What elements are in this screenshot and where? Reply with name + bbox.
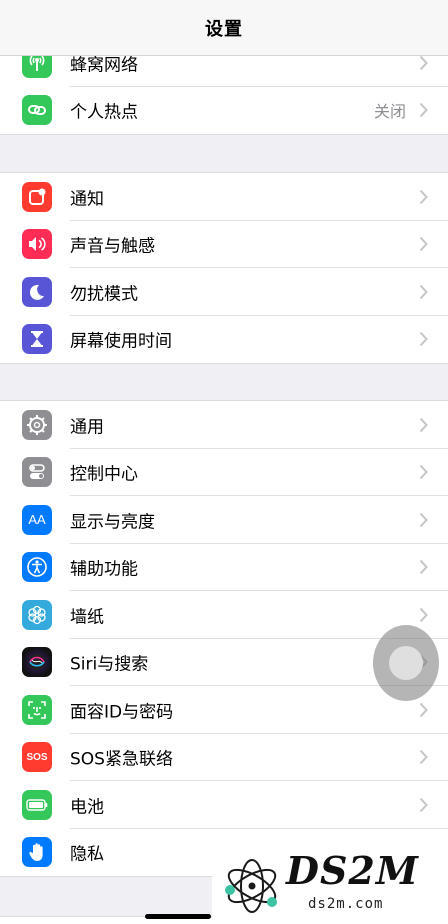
row-label: 声音与触感 xyxy=(70,236,155,257)
watermark-domain: ds2m.com xyxy=(308,896,384,912)
row-control-center[interactable]: 控制中心 xyxy=(0,449,448,496)
toggles-icon xyxy=(22,457,52,488)
navigation-bar: 设置 xyxy=(0,0,448,56)
sos-icon: SOS xyxy=(22,742,52,773)
row-label: 个人热点 xyxy=(70,102,138,123)
settings-group-notifications: 通知 声音与触感 勿扰模式 屏幕使用时间 xyxy=(0,172,448,364)
sos-icon-text: SOS xyxy=(26,751,48,763)
row-notifications[interactable]: 通知 xyxy=(0,173,448,221)
chevron-right-icon xyxy=(419,417,428,437)
row-label: 显示与亮度 xyxy=(70,512,155,533)
watermark: DS2M ds2m.com xyxy=(212,840,448,924)
chevron-right-icon xyxy=(419,607,428,627)
chevron-right-icon xyxy=(419,331,428,351)
chevron-right-icon xyxy=(419,55,428,75)
row-label: 墙纸 xyxy=(70,607,104,628)
chevron-right-icon xyxy=(419,749,428,769)
row-label: Siri与搜索 xyxy=(70,654,149,675)
row-do-not-disturb[interactable]: 勿扰模式 xyxy=(0,268,448,316)
home-indicator[interactable] xyxy=(145,914,211,919)
row-label: 屏幕使用时间 xyxy=(70,331,172,352)
faceid-icon xyxy=(22,694,52,725)
chevron-right-icon xyxy=(419,702,428,722)
assistive-touch-button[interactable] xyxy=(373,625,439,701)
row-battery[interactable]: 电池 xyxy=(0,781,448,829)
display-icon-text: AA xyxy=(28,512,46,528)
row-label: SOS紧急联络 xyxy=(70,749,173,770)
siri-icon xyxy=(22,647,52,678)
row-label: 隐私 xyxy=(70,844,104,865)
hotspot-icon xyxy=(22,95,52,126)
row-hotspot[interactable]: 个人热点 关闭 xyxy=(0,87,448,135)
row-label: 通知 xyxy=(70,189,104,210)
chevron-right-icon xyxy=(419,464,428,484)
row-emergency-sos[interactable]: SOS SOS紧急联络 xyxy=(0,734,448,781)
battery-icon xyxy=(22,789,52,820)
chevron-right-icon xyxy=(419,236,428,256)
row-sounds[interactable]: 声音与触感 xyxy=(0,221,448,268)
chevron-right-icon xyxy=(419,559,428,579)
row-face-id[interactable]: 面容ID与密码 xyxy=(0,686,448,734)
hand-icon xyxy=(22,837,52,868)
gear-icon xyxy=(22,409,52,440)
page-title: 设置 xyxy=(205,18,243,40)
row-label: 面容ID与密码 xyxy=(70,702,174,723)
chevron-right-icon xyxy=(419,512,428,532)
chevron-right-icon xyxy=(419,102,428,122)
text-size-icon: AA xyxy=(22,504,52,535)
chevron-right-icon xyxy=(419,189,428,209)
notifications-icon xyxy=(22,181,52,212)
speaker-icon xyxy=(22,229,52,260)
assistive-touch-dot xyxy=(389,646,423,680)
row-label: 辅助功能 xyxy=(70,559,138,580)
row-screen-time[interactable]: 屏幕使用时间 xyxy=(0,316,448,364)
hourglass-icon xyxy=(22,324,52,355)
chevron-right-icon xyxy=(419,284,428,304)
accessibility-icon xyxy=(22,552,52,583)
row-label: 电池 xyxy=(70,797,104,818)
atom-logo-icon xyxy=(225,859,277,913)
row-wallpaper[interactable]: 墙纸 xyxy=(0,591,448,639)
row-general[interactable]: 通用 xyxy=(0,401,448,449)
chevron-right-icon xyxy=(419,797,428,817)
row-label: 勿扰模式 xyxy=(70,284,138,305)
row-display[interactable]: AA 显示与亮度 xyxy=(0,496,448,544)
row-label: 通用 xyxy=(70,417,104,438)
watermark-logo-text: DS2M xyxy=(286,848,419,893)
row-accessibility[interactable]: 辅助功能 xyxy=(0,544,448,591)
row-label: 控制中心 xyxy=(70,464,138,485)
hotspot-status: 关闭 xyxy=(373,102,406,122)
flower-icon xyxy=(22,599,52,630)
moon-icon xyxy=(22,276,52,307)
